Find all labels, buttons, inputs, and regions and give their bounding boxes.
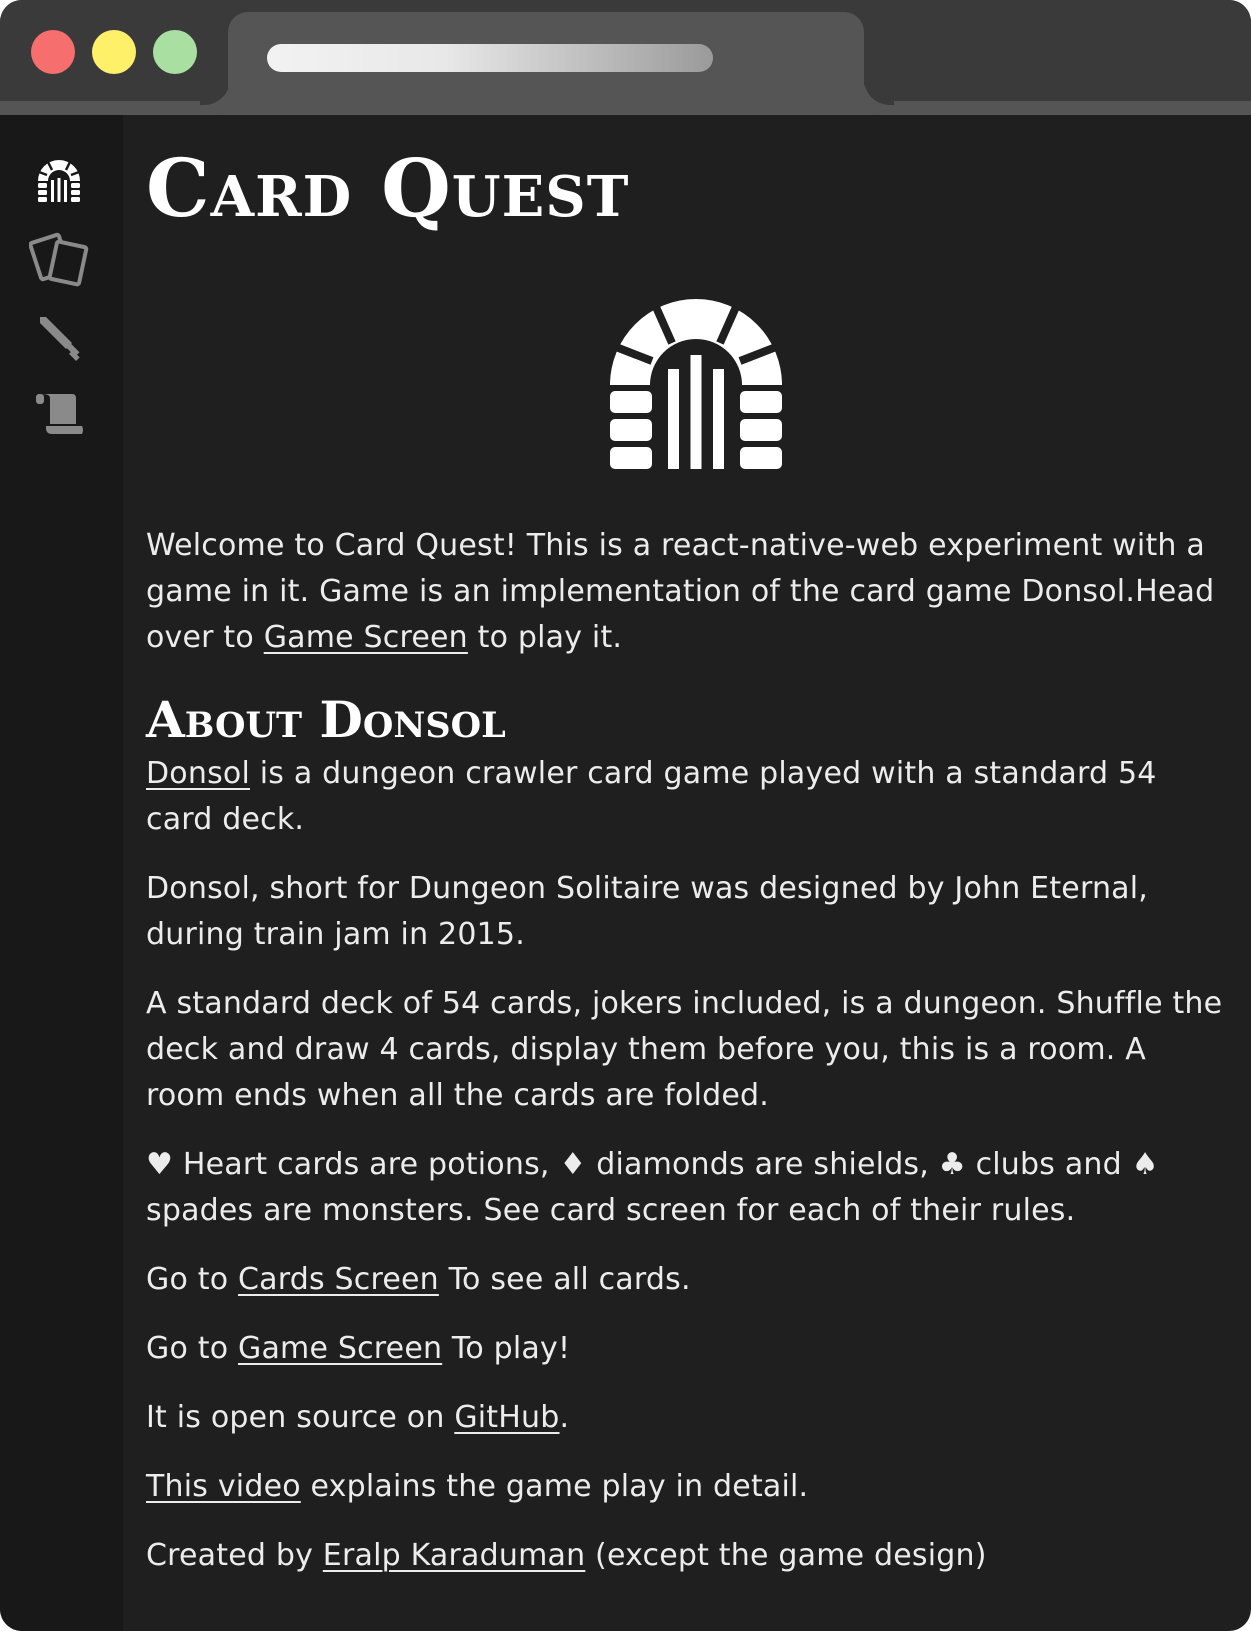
about-paragraph-3: A standard deck of 54 cards, jokers incl… xyxy=(146,986,1223,1113)
page-title: Card Quest xyxy=(146,141,630,235)
suits-paragraph: ♥ Heart cards are potions, ♦ diamonds ar… xyxy=(146,1147,1159,1228)
sidebar-item-about[interactable] xyxy=(28,387,90,441)
sidebar-item-game[interactable] xyxy=(28,311,90,365)
game-screen-paragraph: Go to Game Screen To play! xyxy=(146,1326,1226,1372)
intro-text-end: to play it. xyxy=(467,620,623,655)
p9-text-end: (except the game design) xyxy=(585,1538,987,1573)
dungeon-gate-icon xyxy=(610,299,782,469)
sidebar xyxy=(0,115,123,1631)
author-link[interactable]: Eralp Karaduman xyxy=(323,1538,586,1573)
scroll-icon xyxy=(36,394,83,434)
p7-text: It is open source on xyxy=(146,1400,455,1435)
video-link[interactable]: This video xyxy=(146,1469,301,1504)
about-paragraph-1: Donsol is a dungeon crawler card game pl… xyxy=(146,751,1226,843)
cards-screen-paragraph: Go to Cards Screen To see all cards. xyxy=(146,1257,1226,1303)
minimize-window-button[interactable] xyxy=(92,30,136,74)
maximize-window-button[interactable] xyxy=(153,30,197,74)
game-screen-link-2[interactable]: Game Screen xyxy=(238,1331,442,1366)
p5-text-end: To see all cards. xyxy=(438,1262,691,1297)
credits-paragraph: Created by Eralp Karaduman (except the g… xyxy=(146,1533,1226,1579)
p6-text: Go to xyxy=(146,1331,238,1366)
github-paragraph: It is open source on GitHub. xyxy=(146,1395,1226,1441)
about-heading: About Donsol xyxy=(146,690,506,749)
cards-screen-link[interactable]: Cards Screen xyxy=(238,1262,439,1297)
sidebar-item-home[interactable] xyxy=(28,153,90,207)
dungeon-gate-icon xyxy=(38,160,80,202)
about-p1-text: is a dungeon crawler card game played wi… xyxy=(146,756,1157,837)
address-bar[interactable] xyxy=(267,44,713,72)
github-link[interactable]: GitHub xyxy=(454,1400,559,1435)
cards-icon xyxy=(29,232,89,287)
p6-text-end: To play! xyxy=(442,1331,571,1366)
p7-text-end: . xyxy=(559,1400,570,1435)
sidebar-item-cards[interactable] xyxy=(28,231,90,287)
game-screen-link[interactable]: Game Screen xyxy=(264,620,468,655)
hero-logo xyxy=(606,295,786,470)
intro-paragraph: Welcome to Card Quest! This is a react-n… xyxy=(146,523,1226,661)
about-paragraph-2: Donsol, short for Dungeon Solitaire was … xyxy=(146,871,1149,952)
p8-text: explains the game play in detail. xyxy=(300,1469,809,1504)
donsol-link[interactable]: Donsol xyxy=(146,756,250,791)
sword-icon xyxy=(40,317,80,361)
p9-text: Created by xyxy=(146,1538,323,1573)
browser-window: Card Quest Welcome to Card Quest! This i… xyxy=(0,0,1251,1631)
close-window-button[interactable] xyxy=(31,30,75,74)
p5-text: Go to xyxy=(146,1262,238,1297)
video-paragraph: This video explains the game play in det… xyxy=(146,1464,1226,1510)
